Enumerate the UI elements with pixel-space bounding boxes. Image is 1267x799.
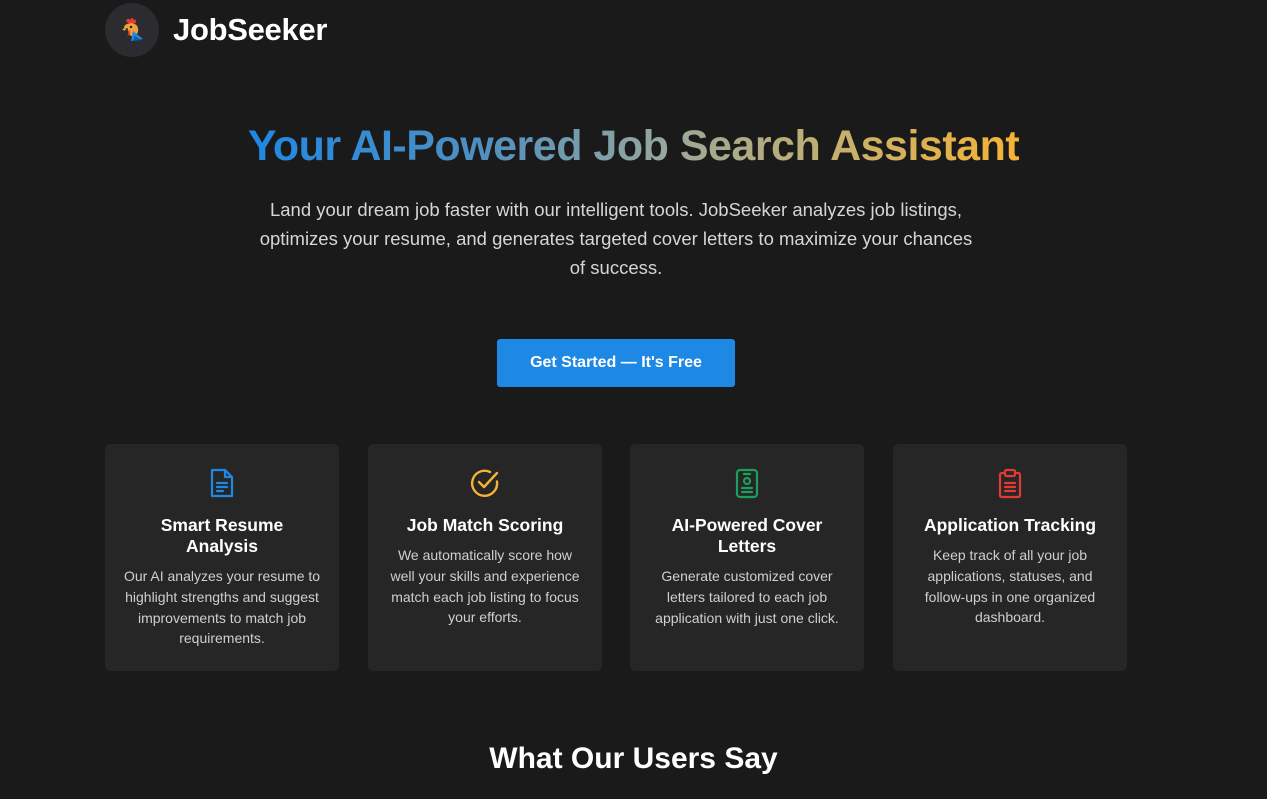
landing-page: JobSeeker Your AI-Powered Job Search Ass… [0,0,1267,799]
feature-title: Application Tracking [923,515,1097,535]
id-badge-icon [648,466,846,500]
feature-title: Smart Resume Analysis [160,515,284,556]
feature-description: We automatically score how well your ski… [390,547,580,626]
feature-title: AI-Powered Cover Letters [671,515,823,556]
feature-title: Job Match Scoring [406,515,564,535]
testimonials-title: What Our Users Say [489,742,778,775]
check-circle-icon [386,466,584,500]
header: JobSeeker [105,3,327,57]
feature-card-match: Job Match Scoring We automatically score… [368,444,602,671]
feature-description: Our AI analyzes your resume to highlight… [123,568,321,647]
clipboard-icon [911,466,1109,500]
feature-card-tracking: Application Tracking Keep track of all y… [893,444,1127,671]
feature-description: Keep track of all your job applications,… [924,547,1096,626]
feature-card-resume: Smart Resume Analysis Our AI analyzes yo… [105,444,339,671]
rooster-logo-icon[interactable] [105,3,159,57]
hero-title: Your AI-Powered Job Search Assistant [0,122,1267,171]
hero-subtitle: Land your dream job faster with our inte… [259,199,973,278]
document-icon [123,466,321,500]
get-started-button[interactable]: Get Started — It's Free [497,339,735,387]
feature-card-cover-letters: AI-Powered Cover Letters Generate custom… [630,444,864,671]
hero-title-text: Your AI-Powered Job Search Assistant [247,122,1020,170]
feature-description: Generate customized cover letters tailor… [655,568,839,626]
brand-name[interactable]: JobSeeker [173,12,327,48]
